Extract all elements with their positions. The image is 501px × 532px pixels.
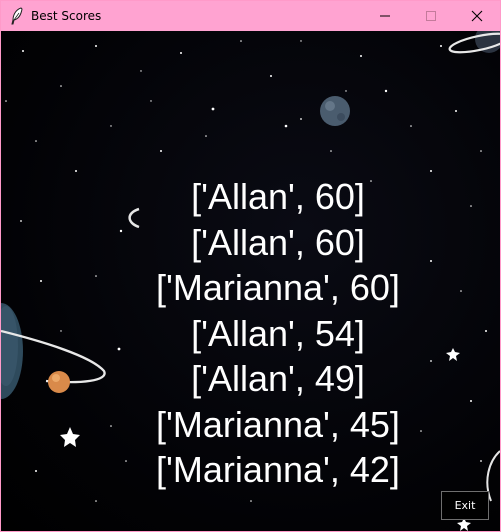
score-entry: ['Allan', 60] (191, 176, 365, 217)
best-scores-list: ['Allan', 60] ['Allan', 60] ['Marianna',… (1, 174, 500, 493)
exit-button[interactable]: Exit (441, 491, 489, 520)
score-entry: ['Allan', 49] (191, 358, 365, 399)
maximize-button[interactable] (408, 1, 454, 31)
scores-canvas: ['Allan', 60] ['Allan', 60] ['Marianna',… (1, 31, 500, 531)
score-entry: ['Marianna', 45] (156, 403, 400, 445)
minimize-icon (380, 15, 390, 17)
score-entry: ['Allan', 60] (191, 221, 365, 263)
close-button[interactable] (454, 1, 500, 31)
best-scores-window: Best Scores ['Allan', 60] ['Allan', 60] … (0, 0, 501, 532)
window-title: Best Scores (31, 9, 102, 23)
ringed-planet-top-right (448, 31, 500, 54)
minimize-button[interactable] (362, 1, 408, 31)
small-planet (320, 96, 350, 126)
maximize-icon (426, 11, 436, 21)
score-entry: ['Marianna', 60] (156, 267, 400, 308)
title-bar[interactable]: Best Scores (1, 1, 500, 31)
score-entry: ['Marianna', 42] (156, 449, 400, 490)
score-entry: ['Allan', 54] (191, 312, 365, 354)
close-icon (471, 10, 483, 22)
feather-icon (11, 7, 23, 25)
